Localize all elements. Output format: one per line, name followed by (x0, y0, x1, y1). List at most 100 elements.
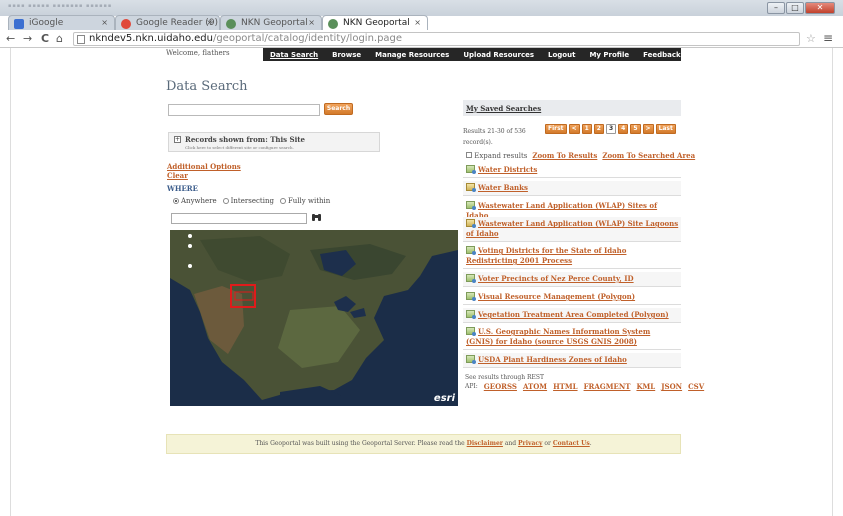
radio-selected-icon (173, 198, 179, 204)
google-reader-favicon-icon (121, 19, 131, 29)
tab-close-icon[interactable]: × (414, 18, 421, 27)
url-host: nkndev5.nkn.uidaho.edu (89, 33, 213, 44)
expand-plus-icon[interactable]: + (174, 136, 181, 143)
nav-help[interactable]: Help (688, 51, 720, 59)
checkbox-icon (466, 151, 472, 158)
api-label: API: (465, 383, 478, 390)
radio-intersecting[interactable]: Intersecting (222, 197, 274, 205)
map-dataset-icon (466, 183, 476, 192)
api-csv-link[interactable]: CSV (688, 382, 704, 391)
nav-logout[interactable]: Logout (541, 51, 582, 59)
map-dataset-icon (466, 219, 476, 228)
satellite-map (170, 230, 458, 406)
api-links: API: GEORSS ATOM HTML FRAGMENT KML JSON … (465, 382, 704, 391)
pager-page-5[interactable]: 5 (630, 124, 641, 134)
zoom-to-searched-area-link[interactable]: Zoom To Searched Area (602, 151, 695, 160)
place-search-input[interactable] (171, 213, 307, 224)
page-title: Data Search (166, 79, 248, 94)
browser-toolbar: ← → C ⌂ nkndev5.nkn.uidaho.edu/geoportal… (0, 30, 843, 48)
maximize-button[interactable]: □ (786, 2, 804, 14)
dataset-icon (466, 355, 476, 364)
dataset-icon (466, 201, 476, 210)
esri-logo: esri (433, 393, 455, 404)
tab-close-icon[interactable]: × (101, 18, 108, 27)
pager-next[interactable]: > (642, 124, 654, 134)
api-json-link[interactable]: JSON (661, 382, 682, 391)
result-item[interactable]: Visual Resource Management (Polygon) (463, 290, 681, 305)
tab-close-icon[interactable]: × (206, 18, 213, 27)
api-fragment-link[interactable]: FRAGMENT (584, 382, 631, 391)
radio-anywhere[interactable]: Anywhere (173, 197, 217, 205)
tab-nkn-geoportal-1[interactable]: NKN Geoportal × (220, 15, 322, 31)
result-item[interactable]: Water Districts (463, 163, 681, 178)
api-html-link[interactable]: HTML (553, 382, 578, 391)
expand-results-row: Expand results Zoom To Results Zoom To S… (466, 151, 695, 160)
minimize-button[interactable]: – (767, 2, 785, 14)
result-item[interactable]: Voter Precincts of Nez Perce County, ID (463, 272, 681, 287)
api-georss-link[interactable]: GEORSS (484, 382, 517, 391)
pager-page-4[interactable]: 4 (618, 124, 629, 134)
privacy-link[interactable]: Privacy (518, 440, 542, 447)
result-item[interactable]: Wastewater Land Application (WLAP) Site … (463, 217, 681, 242)
clear-link[interactable]: Clear (167, 171, 188, 180)
result-item[interactable]: Water Banks (463, 181, 681, 196)
pager-page-2[interactable]: 2 (593, 124, 604, 134)
my-saved-searches[interactable]: My Saved Searches (463, 100, 681, 116)
nav-feedback[interactable]: Feedback (636, 51, 688, 59)
tab-google-reader[interactable]: Google Reader (9) × (115, 15, 220, 31)
igoogle-favicon-icon (14, 19, 24, 29)
nav-upload-resources[interactable]: Upload Resources (456, 51, 541, 59)
reload-icon[interactable]: C (41, 32, 49, 45)
address-bar[interactable]: nkndev5.nkn.uidaho.edu/geoportal/catalog… (73, 32, 800, 46)
nav-my-profile[interactable]: My Profile (582, 51, 636, 59)
pager-page-1[interactable]: 1 (581, 124, 592, 134)
menu-icon[interactable]: ≡ (823, 31, 833, 45)
pager-page-3-current: 3 (605, 124, 617, 134)
pager-first[interactable]: First (545, 124, 567, 134)
disclaimer-link[interactable]: Disclaimer (467, 440, 503, 447)
result-item[interactable]: USDA Plant Hardiness Zones of Idaho (463, 353, 681, 368)
browser-titlebar: ▪▪▪▪ ▪▪▪▪▪ ▪▪▪▪▪▪▪ ▪▪▪▪▪▪ (0, 0, 843, 16)
nav-browse[interactable]: Browse (325, 51, 368, 59)
result-item[interactable]: Vegetation Treatment Area Completed (Pol… (463, 308, 681, 323)
result-item[interactable]: U.S. Geographic Names Information System… (463, 325, 681, 350)
api-kml-link[interactable]: KML (636, 382, 655, 391)
dataset-icon (466, 292, 476, 301)
spatial-filter-radios: Anywhere Intersecting Fully within (173, 197, 330, 205)
bookmark-star-icon[interactable]: ☆ (806, 32, 816, 45)
where-label: WHERE (167, 184, 198, 193)
results-count: Results 21-30 of 536 record(s). (463, 128, 526, 146)
rest-links: See results through REST API: GEORSS ATO… (465, 373, 704, 391)
bookmarks-hint: ▪▪▪▪ ▪▪▪▪▪ ▪▪▪▪▪▪▪ ▪▪▪▪▪▪ (8, 3, 113, 9)
records-source-box[interactable]: + Records shown from: This Site Click he… (168, 132, 380, 152)
zoom-to-results-link[interactable]: Zoom To Results (532, 151, 597, 160)
map-view[interactable]: esri (170, 230, 458, 406)
page-icon (77, 35, 85, 44)
home-icon[interactable]: ⌂ (56, 32, 63, 45)
forward-arrow-icon[interactable]: → (23, 32, 32, 45)
radio-fully-within[interactable]: Fully within (279, 197, 330, 205)
binoculars-icon[interactable] (311, 212, 322, 222)
dataset-icon (466, 274, 476, 283)
welcome-text: Welcome, flathers (166, 49, 230, 57)
footer: This Geoportal was built using the Geopo… (166, 434, 681, 454)
contact-us-link[interactable]: Contact Us (553, 440, 590, 447)
close-window-button[interactable]: ✕ (805, 2, 835, 14)
pager-last[interactable]: Last (655, 124, 676, 134)
back-arrow-icon[interactable]: ← (6, 32, 15, 45)
dataset-icon (466, 310, 476, 319)
search-input[interactable] (168, 104, 320, 116)
additional-options-link[interactable]: Additional Options (167, 162, 241, 171)
api-atom-link[interactable]: ATOM (523, 382, 547, 391)
expand-results-checkbox[interactable]: Expand results (466, 151, 527, 160)
result-item[interactable]: Voting Districts for the State of Idaho … (463, 244, 681, 269)
pager-prev[interactable]: < (568, 124, 580, 134)
search-button[interactable]: Search (324, 103, 353, 115)
pagination: First < 1 2 3 4 5 > Last (545, 124, 676, 134)
radio-icon (222, 198, 229, 204)
tab-igoogle[interactable]: iGoogle × (8, 15, 115, 31)
nav-data-search[interactable]: Data Search (263, 51, 325, 59)
tab-close-icon[interactable]: × (308, 18, 315, 27)
nav-manage-resources[interactable]: Manage Resources (368, 51, 456, 59)
tab-nkn-geoportal-2[interactable]: NKN Geoportal × (322, 15, 428, 31)
